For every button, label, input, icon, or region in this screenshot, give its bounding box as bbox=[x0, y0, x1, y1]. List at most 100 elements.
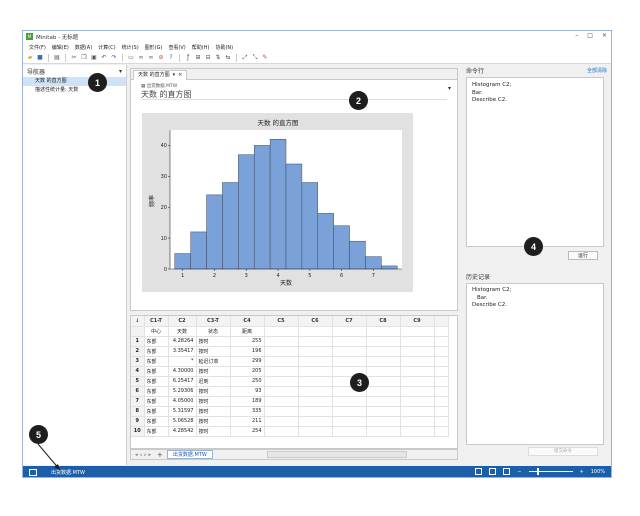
column-name-cell[interactable] bbox=[332, 326, 367, 337]
cell[interactable]: 按时 bbox=[196, 396, 231, 407]
cut-icon[interactable]: ✂ bbox=[70, 54, 78, 62]
zoom-slider[interactable] bbox=[528, 468, 573, 475]
cell[interactable] bbox=[298, 386, 333, 397]
minimize-icon[interactable]: – bbox=[575, 32, 578, 39]
menu-calc[interactable]: 计算(C) bbox=[98, 44, 115, 51]
cell[interactable] bbox=[264, 396, 299, 407]
cell[interactable] bbox=[400, 416, 435, 427]
cell[interactable]: 5.29306 bbox=[168, 386, 197, 397]
cell[interactable]: 按时 bbox=[196, 366, 231, 377]
save-icon[interactable]: ■ bbox=[36, 54, 44, 62]
insert-column-icon[interactable]: ⊟ bbox=[204, 54, 212, 62]
cell[interactable] bbox=[332, 396, 367, 407]
histogram-bar[interactable] bbox=[301, 182, 319, 270]
histogram-bar[interactable] bbox=[190, 231, 207, 270]
menu-assistant[interactable]: 协助(N) bbox=[215, 44, 233, 51]
cell[interactable] bbox=[298, 356, 333, 367]
cell[interactable] bbox=[400, 396, 435, 407]
window-icon[interactable]: ▭ bbox=[127, 54, 135, 62]
cell[interactable] bbox=[332, 346, 367, 357]
cell[interactable] bbox=[264, 346, 299, 357]
cell[interactable] bbox=[366, 406, 401, 417]
cell[interactable] bbox=[400, 366, 435, 377]
row-number[interactable]: 10 bbox=[131, 426, 145, 437]
cell[interactable]: * bbox=[168, 356, 197, 367]
worksheet-view-icon[interactable] bbox=[489, 468, 497, 475]
cancel-icon[interactable]: ⊘ bbox=[157, 54, 165, 62]
cell[interactable]: 5.06528 bbox=[168, 416, 197, 427]
tab-histogram[interactable]: 天数 的直方图 ▾ × bbox=[133, 70, 188, 80]
cell[interactable] bbox=[434, 426, 449, 437]
help-icon[interactable]: ? bbox=[167, 54, 175, 62]
menu-graph[interactable]: 图形(G) bbox=[145, 44, 163, 51]
cell[interactable] bbox=[434, 326, 449, 337]
cell[interactable] bbox=[298, 366, 333, 377]
cell[interactable]: 按时 bbox=[196, 406, 231, 417]
histogram-bar[interactable] bbox=[333, 225, 350, 270]
run-button[interactable]: 运行 bbox=[568, 251, 598, 260]
cell[interactable] bbox=[434, 406, 449, 417]
column-name-cell[interactable]: 状态 bbox=[196, 326, 231, 337]
eraser-icon[interactable]: ✎ bbox=[261, 54, 269, 62]
history-entry[interactable]: Histogram C2; bbox=[472, 287, 598, 295]
histogram-bar[interactable] bbox=[238, 154, 255, 270]
navigator-item-histogram[interactable]: 天数 的直方图 bbox=[23, 77, 126, 86]
row-number[interactable]: 7 bbox=[131, 396, 145, 407]
command-line-editor[interactable]: Histogram C2; Bar. Describe C2. bbox=[466, 77, 604, 247]
cell[interactable] bbox=[332, 336, 367, 347]
row-number[interactable]: 1 bbox=[131, 336, 145, 347]
cell[interactable]: 按时 bbox=[196, 426, 231, 437]
column-header[interactable]: C8 bbox=[366, 316, 401, 327]
history-entry[interactable]: Describe C2. bbox=[472, 302, 598, 310]
histogram-bar[interactable] bbox=[269, 139, 287, 270]
cell[interactable] bbox=[366, 386, 401, 397]
column-header[interactable]: C3-T bbox=[196, 316, 231, 327]
cell[interactable]: 东部 bbox=[144, 366, 169, 377]
binoculars-icon[interactable]: ∞ bbox=[137, 54, 145, 62]
cell[interactable] bbox=[332, 356, 367, 367]
cell[interactable]: 6.25417 bbox=[168, 376, 197, 387]
cell[interactable] bbox=[332, 416, 367, 427]
histogram-bar[interactable] bbox=[349, 240, 366, 270]
cell[interactable] bbox=[434, 376, 449, 387]
tab-close-icon[interactable]: × bbox=[178, 71, 182, 80]
column-header[interactable]: C7 bbox=[332, 316, 367, 327]
tab-dropdown-icon[interactable]: ▾ bbox=[173, 71, 176, 80]
cell[interactable] bbox=[366, 376, 401, 387]
cell[interactable]: 迟到 bbox=[196, 376, 231, 387]
cell[interactable] bbox=[366, 356, 401, 367]
cell[interactable] bbox=[298, 396, 333, 407]
cell[interactable] bbox=[264, 386, 299, 397]
histogram-bar[interactable] bbox=[365, 256, 382, 270]
navigator-item-descriptive-stats[interactable]: 描述性统计量: 天数 bbox=[23, 86, 126, 95]
row-number[interactable]: 2 bbox=[131, 346, 145, 357]
cell[interactable] bbox=[332, 406, 367, 417]
zoom-in-icon[interactable]: + bbox=[580, 469, 584, 475]
cell[interactable] bbox=[298, 406, 333, 417]
maximize-icon[interactable]: □ bbox=[587, 32, 593, 39]
row-number[interactable]: 8 bbox=[131, 406, 145, 417]
cell[interactable] bbox=[366, 346, 401, 357]
cell[interactable] bbox=[434, 416, 449, 427]
graph-icon[interactable]: ⤡ bbox=[251, 54, 259, 62]
cell[interactable]: 299 bbox=[230, 356, 265, 367]
cell[interactable] bbox=[400, 336, 435, 347]
function-icon[interactable]: ƒ bbox=[184, 54, 192, 62]
move-columns-icon[interactable]: ⇅ bbox=[214, 54, 222, 62]
histogram-bar[interactable] bbox=[381, 265, 398, 270]
paste-icon[interactable]: ▣ bbox=[90, 54, 98, 62]
cell[interactable]: 93 bbox=[230, 386, 265, 397]
cell[interactable]: 4.30000 bbox=[168, 366, 197, 377]
row-number[interactable]: 4 bbox=[131, 366, 145, 377]
cell[interactable]: 3.35417 bbox=[168, 346, 197, 357]
cell[interactable] bbox=[366, 396, 401, 407]
cell[interactable] bbox=[366, 416, 401, 427]
column-name-cell[interactable] bbox=[264, 326, 299, 337]
cell[interactable]: 5.31597 bbox=[168, 406, 197, 417]
cell[interactable]: 205 bbox=[230, 366, 265, 377]
cell[interactable] bbox=[298, 376, 333, 387]
histogram-bar[interactable] bbox=[174, 253, 191, 270]
cell[interactable]: 按时 bbox=[196, 386, 231, 397]
close-icon[interactable]: × bbox=[602, 32, 607, 39]
cell[interactable] bbox=[298, 426, 333, 437]
